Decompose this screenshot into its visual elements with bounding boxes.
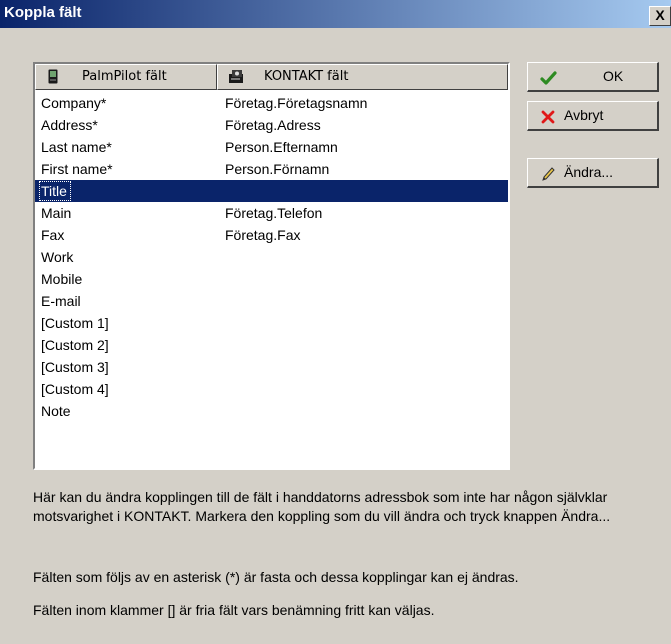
list-item[interactable]: Title — [35, 180, 508, 202]
palm-field-name: Address* — [41, 117, 98, 133]
list-item[interactable]: Main Företag.Telefon — [35, 202, 508, 224]
palm-field-name: Fax — [41, 227, 65, 243]
palm-field-name: [Custom 3] — [41, 359, 109, 375]
list-item[interactable]: Fax Företag.Fax — [35, 224, 508, 246]
palm-field-name: Work — [41, 249, 74, 265]
column-header-kontakt[interactable]: KONTAKT fält — [217, 64, 508, 90]
palm-field-name: Company* — [41, 95, 107, 111]
palm-field-name: Mobile — [41, 271, 83, 287]
palm-field-name: [Custom 1] — [41, 315, 109, 331]
list-rows: Company* Företag.Företagsnamn Address* Före… — [35, 92, 508, 422]
close-button[interactable]: X — [649, 6, 671, 26]
palm-device-icon — [48, 69, 58, 84]
checkmark-icon — [540, 71, 557, 85]
palm-field-name: Title — [41, 183, 67, 199]
palm-field-name: First name* — [41, 161, 113, 177]
list-header: PalmPilot fält KONTAKT fält — [35, 64, 508, 90]
ok-button[interactable]: OK — [527, 62, 659, 92]
palm-field-name: E-mail — [41, 293, 81, 309]
palm-field-name: Main — [41, 205, 72, 221]
column-header-kontakt-label: KONTAKT fält — [264, 69, 349, 84]
list-item[interactable]: E-mail — [35, 290, 508, 312]
ok-button-label: OK — [603, 68, 624, 84]
list-item[interactable]: [Custom 3] — [35, 356, 508, 378]
palm-field-name: [Custom 2] — [41, 337, 109, 353]
kontakt-field-name: Företag.Företagsnamn — [225, 95, 368, 111]
list-item[interactable]: [Custom 1] — [35, 312, 508, 334]
kontakt-field-name: Person.Efternamn — [225, 139, 338, 155]
list-item[interactable]: First name* Person.Förnamn — [35, 158, 508, 180]
list-item[interactable]: Note — [35, 400, 508, 422]
palm-field-name: Note — [41, 403, 71, 419]
help-text-mapping: Här kan du ändra kopplingen till de fält… — [33, 489, 611, 524]
kontakt-field-name: Företag.Adress — [225, 117, 321, 133]
palm-field-name: [Custom 4] — [41, 381, 109, 397]
column-header-palmpilot-label: PalmPilot fält — [82, 69, 167, 84]
list-item[interactable]: [Custom 4] — [35, 378, 508, 400]
cross-icon — [541, 110, 555, 124]
palm-field-name: Last name* — [41, 139, 112, 155]
kontakt-field-name: Person.Förnamn — [225, 161, 330, 177]
list-item[interactable]: Mobile — [35, 268, 508, 290]
list-item[interactable]: Company* Företag.Företagsnamn — [35, 92, 508, 114]
kontakt-field-name: Företag.Telefon — [225, 205, 323, 221]
list-item[interactable]: Address* Företag.Adress — [35, 114, 508, 136]
cancel-button-label: Avbryt — [564, 107, 604, 123]
contact-cards-icon — [229, 70, 243, 83]
title-bar[interactable]: Koppla fält — [0, 0, 671, 28]
window-title: Koppla fält — [4, 4, 82, 21]
field-mapping-list[interactable]: PalmPilot fält KONTAKT fält Company* Före… — [33, 62, 510, 470]
list-item[interactable]: [Custom 2] — [35, 334, 508, 356]
pencil-icon — [542, 167, 555, 181]
list-item[interactable]: Last name* Person.Efternamn — [35, 136, 508, 158]
help-text-brackets: Fälten inom klammer [] är fria fält vars… — [33, 602, 435, 618]
help-text-asterisk: Fälten som följs av en asterisk (*) är f… — [33, 569, 519, 585]
column-header-palmpilot[interactable]: PalmPilot fält — [35, 64, 217, 90]
list-item[interactable]: Work — [35, 246, 508, 268]
kontakt-field-name: Företag.Fax — [225, 227, 301, 243]
edit-button[interactable]: Ändra... — [527, 158, 659, 188]
edit-button-label: Ändra... — [564, 164, 614, 180]
cancel-button[interactable]: Avbryt — [527, 101, 659, 131]
